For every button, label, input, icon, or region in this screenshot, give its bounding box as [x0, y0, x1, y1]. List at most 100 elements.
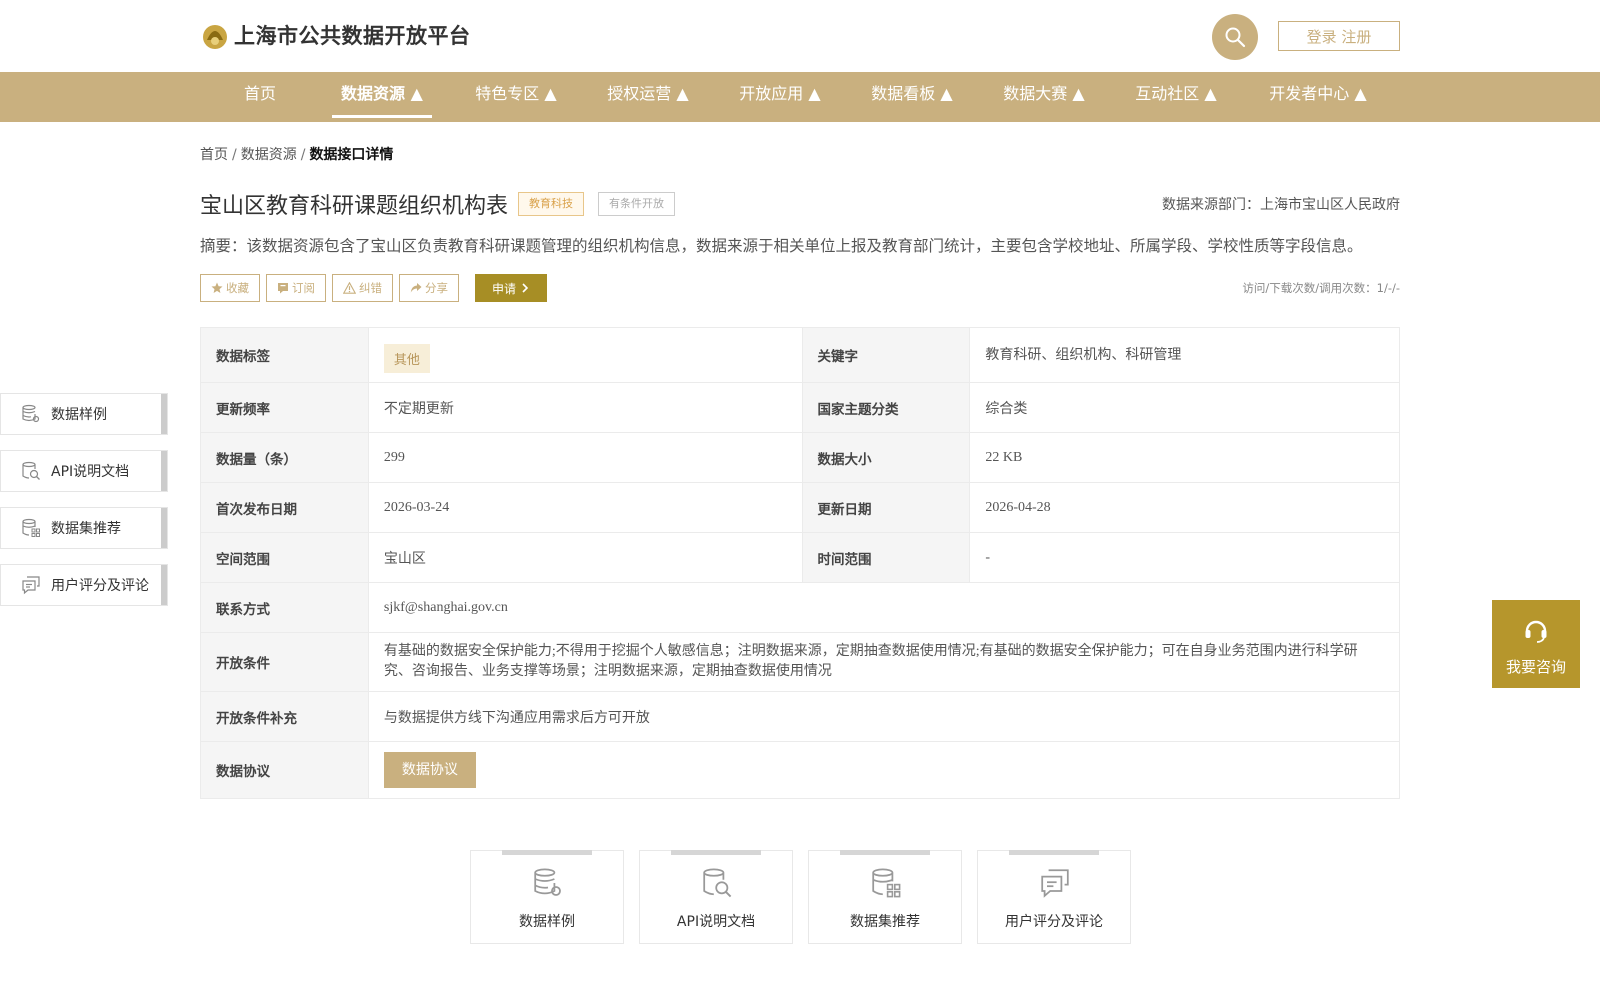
- subscribe-button[interactable]: 订阅: [266, 274, 326, 302]
- site-title: 上海市公共数据开放平台: [234, 24, 471, 48]
- field-value: 数据协议: [367, 741, 1401, 799]
- document-search-icon: [703, 868, 732, 898]
- bookmark-icon: [278, 283, 288, 294]
- site-logo[interactable]: 上海市公共数据开放平台: [200, 20, 471, 50]
- main-nav: 首页 数据资源 ▲ 特色专区 ▲ 授权运营 ▲ 开放应用 ▲ 数据看板 ▲ 数据…: [0, 72, 1600, 122]
- action-bar: 收藏 订阅 纠错 分享 申请: [200, 274, 547, 302]
- dataset-title-row: 宝山区教育科研课题组织机构表 教育科技 有条件开放 数据来源部门：上海市宝山区人…: [200, 188, 1400, 219]
- share-arrow-icon: [410, 283, 422, 293]
- open-conditions-text: 有基础的数据安全保护能力;不得用于挖掘个人敏感信息；注明数据来源，定期抽查数据使…: [383, 644, 1358, 679]
- data-protocol-button[interactable]: 数据协议: [383, 752, 476, 788]
- field-label: 更新频率: [200, 382, 369, 433]
- top-header: 上海市公共数据开放平台 登录 注册: [0, 0, 1600, 72]
- table-row: 空间范围 宝山区 时间范围 -: [200, 532, 1400, 583]
- field-value: 2026-04-28: [969, 482, 1400, 533]
- breadcrumb: 首页 / 数据资源 / 数据接口详情: [200, 144, 393, 164]
- field-value: 2026-03-24: [367, 482, 803, 533]
- table-row: 数据协议 数据协议: [200, 741, 1401, 799]
- data-tag[interactable]: 其他: [383, 343, 430, 373]
- nav-item-community[interactable]: 互动社区 ▲: [1126, 72, 1226, 122]
- dataset-info-table: 数据标签 其他 关键字 教育科研、组织机构、科研管理 更新频率 不定期更新 国家…: [200, 327, 1401, 799]
- dataset-summary: 摘要：该数据资源包含了宝山区负责教育科研课题管理的组织机构信息，数据来源于相关单…: [200, 237, 1363, 255]
- contact-email: sjkf@shanghai.gov.cn: [367, 582, 1401, 633]
- card-label: 数据样例: [519, 914, 575, 930]
- apply-label: 申请: [491, 281, 516, 296]
- database-grid-icon: [872, 868, 901, 898]
- nav-item-developer[interactable]: 开发者中心 ▲: [1258, 72, 1378, 122]
- comment-icon: [22, 576, 40, 595]
- field-label: 国家主题分类: [801, 382, 971, 433]
- side-nav-data-sample[interactable]: 数据样例: [0, 393, 168, 435]
- field-value: 教育科研、组织机构、科研管理: [969, 327, 1400, 383]
- source-department: 数据来源部门：上海市宝山区人民政府: [1162, 197, 1400, 213]
- breadcrumb-home[interactable]: 首页: [200, 147, 228, 163]
- database-gear-icon: [534, 868, 561, 896]
- field-label: 数据量（条）: [200, 432, 369, 483]
- card-user-reviews[interactable]: 用户评分及评论: [977, 850, 1131, 944]
- field-label: 联系方式: [200, 582, 369, 633]
- table-row: 开放条件 有基础的数据安全保护能力;不得用于挖掘个人敏感信息；注明数据来源，定期…: [200, 632, 1401, 692]
- city-emblem-icon: [203, 25, 227, 49]
- search-button[interactable]: [1212, 14, 1258, 60]
- database-grid-icon: [22, 518, 40, 537]
- field-label: 数据大小: [801, 432, 971, 483]
- share-button[interactable]: 分享: [399, 274, 459, 302]
- side-nav-label: 数据集推荐: [51, 521, 121, 537]
- nav-item-home[interactable]: 首页: [230, 72, 290, 122]
- field-value: 其他: [367, 327, 803, 383]
- field-value: 宝山区: [367, 532, 803, 583]
- table-row: 更新频率 不定期更新 国家主题分类 综合类: [200, 382, 1400, 433]
- side-nav-dataset-recommend[interactable]: 数据集推荐: [0, 507, 168, 549]
- nav-item-authorized-ops[interactable]: 授权运营 ▲: [598, 72, 698, 122]
- table-row: 开放条件补充 与数据提供方线下沟通应用需求后方可开放: [200, 691, 1401, 742]
- comment-icon: [1041, 869, 1069, 898]
- breadcrumb-separator: /: [232, 147, 237, 163]
- card-label: 用户评分及评论: [1005, 914, 1103, 930]
- search-icon: [1225, 27, 1246, 48]
- field-value: 与数据提供方线下沟通应用需求后方可开放: [367, 691, 1401, 742]
- share-label: 分享: [425, 281, 448, 295]
- table-row: 联系方式 sjkf@shanghai.gov.cn: [200, 582, 1401, 633]
- star-icon: [211, 282, 223, 293]
- card-label: 数据集推荐: [850, 914, 920, 930]
- breadcrumb-separator: /: [300, 147, 306, 163]
- field-label: 更新日期: [801, 482, 971, 533]
- field-label: 数据标签: [200, 327, 369, 383]
- headset-icon: [1525, 620, 1547, 643]
- card-dataset-recommend[interactable]: 数据集推荐: [808, 850, 962, 944]
- side-nav-user-reviews[interactable]: 用户评分及评论: [0, 564, 168, 606]
- table-row: 数据量（条） 299 数据大小 22 KB: [200, 432, 1400, 483]
- nav-item-dashboard[interactable]: 数据看板 ▲: [862, 72, 962, 122]
- category-tag: 教育科技: [518, 192, 584, 216]
- field-value: 有基础的数据安全保护能力;不得用于挖掘个人敏感信息；注明数据来源，定期抽查数据使…: [367, 632, 1401, 692]
- card-api-docs[interactable]: API说明文档: [639, 850, 793, 944]
- field-label: 首次发布日期: [200, 482, 369, 533]
- field-label: 开放条件补充: [200, 691, 369, 742]
- field-label: 开放条件: [200, 632, 369, 692]
- nav-item-featured[interactable]: 特色专区 ▲: [466, 72, 566, 122]
- report-error-button[interactable]: 纠错: [332, 274, 393, 302]
- database-gear-icon: [22, 404, 40, 423]
- card-data-sample[interactable]: 数据样例: [470, 850, 624, 944]
- side-nav-label: 数据样例: [51, 407, 107, 423]
- nav-item-data-resources[interactable]: 数据资源 ▲: [332, 72, 432, 122]
- apply-button[interactable]: 申请: [475, 274, 547, 302]
- field-value: 不定期更新: [367, 382, 803, 433]
- warning-icon: [343, 282, 356, 294]
- consult-button[interactable]: 我要咨询: [1492, 600, 1580, 688]
- nav-item-open-apps[interactable]: 开放应用 ▲: [730, 72, 830, 122]
- field-value: 22 KB: [969, 432, 1400, 483]
- favorite-button[interactable]: 收藏: [200, 274, 260, 302]
- chevron-right-icon: [522, 283, 529, 293]
- breadcrumb-data-resources[interactable]: 数据资源: [241, 147, 297, 163]
- side-nav-api-docs[interactable]: API说明文档: [0, 450, 168, 492]
- table-row: 首次发布日期 2026-03-24 更新日期 2026-04-28: [200, 482, 1400, 533]
- login-register-button[interactable]: 登录 注册: [1278, 21, 1400, 51]
- nav-item-competition[interactable]: 数据大赛 ▲: [994, 72, 1094, 122]
- report-error-label: 纠错: [359, 281, 382, 295]
- table-row: 数据标签 其他 关键字 教育科研、组织机构、科研管理: [200, 327, 1400, 383]
- field-label: 空间范围: [200, 532, 369, 583]
- consult-label: 我要咨询: [1505, 658, 1566, 676]
- breadcrumb-current: 数据接口详情: [309, 147, 394, 163]
- field-label: 时间范围: [801, 532, 971, 583]
